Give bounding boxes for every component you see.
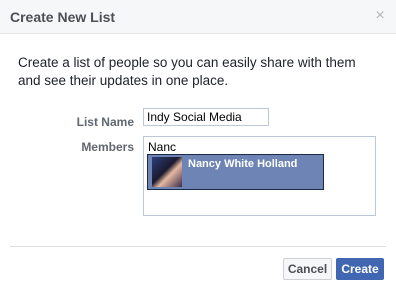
avatar [152,157,182,187]
cancel-button[interactable]: Cancel [283,258,332,280]
members-field[interactable]: Nanc Nancy White Holland [143,136,376,216]
dialog-header: Create New List × [0,0,396,34]
dialog-description: Create a list of people so you can easil… [18,55,356,88]
list-name-input[interactable] [143,108,269,126]
members-label: Members [81,140,134,154]
member-suggestion[interactable]: Nancy White Holland [147,154,324,190]
members-query[interactable]: Nanc [148,140,176,154]
dialog-title: Create New List [10,9,116,25]
close-icon[interactable]: × [372,8,388,24]
footer-divider [10,246,386,247]
member-suggestion-name: Nancy White Holland [188,158,298,170]
create-list-dialog: Create New List × Create a list of peopl… [0,0,396,288]
create-button[interactable]: Create [336,258,384,280]
list-name-label: List Name [76,115,134,129]
